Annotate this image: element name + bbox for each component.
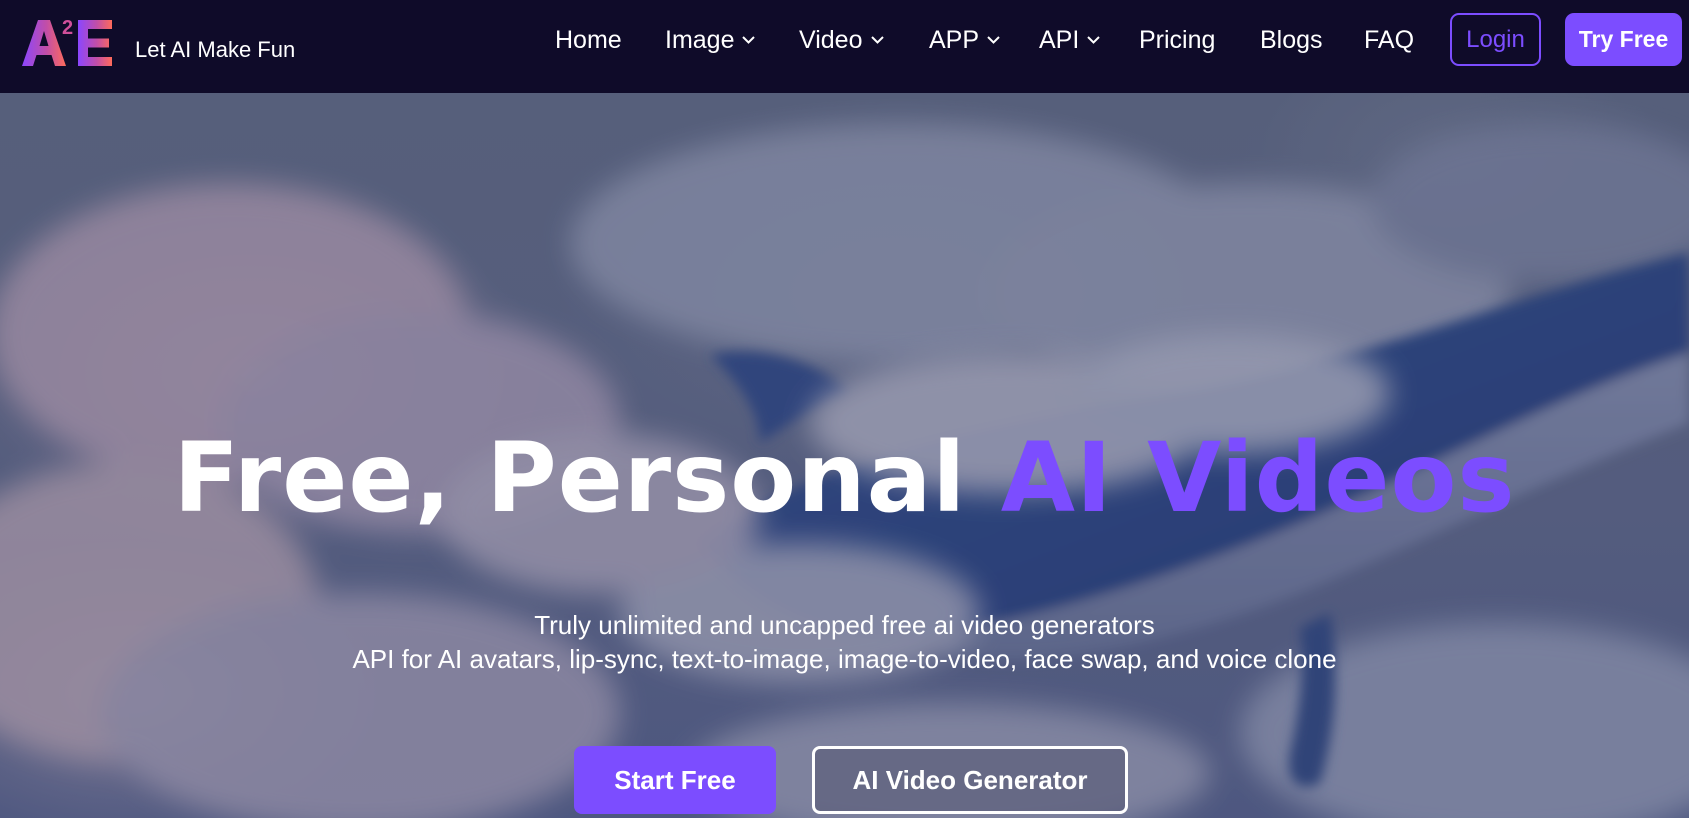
hero-section: Free, Personal AI Videos Truly unlimited…	[0, 93, 1689, 818]
chevron-down-icon	[987, 36, 1000, 44]
nav-item-label: FAQ	[1364, 25, 1415, 54]
site-header: 2 Let AI Make Fun Home Image Video APP A…	[0, 0, 1689, 93]
nav-item-pricing[interactable]: Pricing	[1139, 22, 1215, 58]
chevron-down-icon	[870, 36, 884, 44]
hero-subtitle-line-1: Truly unlimited and uncapped free ai vid…	[534, 610, 1155, 640]
nav-item-label: Pricing	[1139, 25, 1216, 54]
nav-item-app[interactable]: APP	[929, 22, 1001, 58]
nav-item-label: Video	[799, 25, 863, 54]
brand-logo[interactable]: 2	[20, 14, 116, 70]
nav-item-label: Image	[665, 25, 735, 54]
nav-item-label: API	[1039, 25, 1080, 54]
start-free-button[interactable]: Start Free	[574, 746, 776, 814]
login-button[interactable]: Login	[1450, 13, 1541, 66]
svg-text:2: 2	[62, 17, 73, 39]
headline-plain-text: Free, Personal	[173, 422, 1001, 534]
nav-item-blogs[interactable]: Blogs	[1260, 22, 1323, 58]
nav-item-video[interactable]: Video	[799, 22, 885, 58]
try-free-button[interactable]: Try Free	[1565, 13, 1682, 66]
nav-item-api[interactable]: API	[1039, 22, 1101, 58]
hero-headline: Free, Personal AI Videos	[0, 423, 1689, 533]
nav-item-home[interactable]: Home	[555, 22, 622, 58]
headline-accent-text: AI Videos	[1000, 422, 1516, 534]
nav-item-label: APP	[929, 25, 980, 54]
brand-tagline: Let AI Make Fun	[135, 37, 296, 62]
chevron-down-icon	[1087, 36, 1101, 44]
nav-item-image[interactable]: Image	[665, 22, 756, 58]
ai-video-generator-button[interactable]: AI Video Generator	[812, 746, 1128, 814]
nav-item-label: Home	[555, 25, 622, 54]
nav-item-faq[interactable]: FAQ	[1364, 22, 1414, 58]
nav-item-label: Blogs	[1260, 25, 1323, 54]
chevron-down-icon	[742, 36, 756, 44]
a2e-logo-icon: 2	[22, 17, 112, 66]
hero-subtitle-line-2: API for AI avatars, lip-sync, text-to-im…	[352, 644, 1337, 674]
